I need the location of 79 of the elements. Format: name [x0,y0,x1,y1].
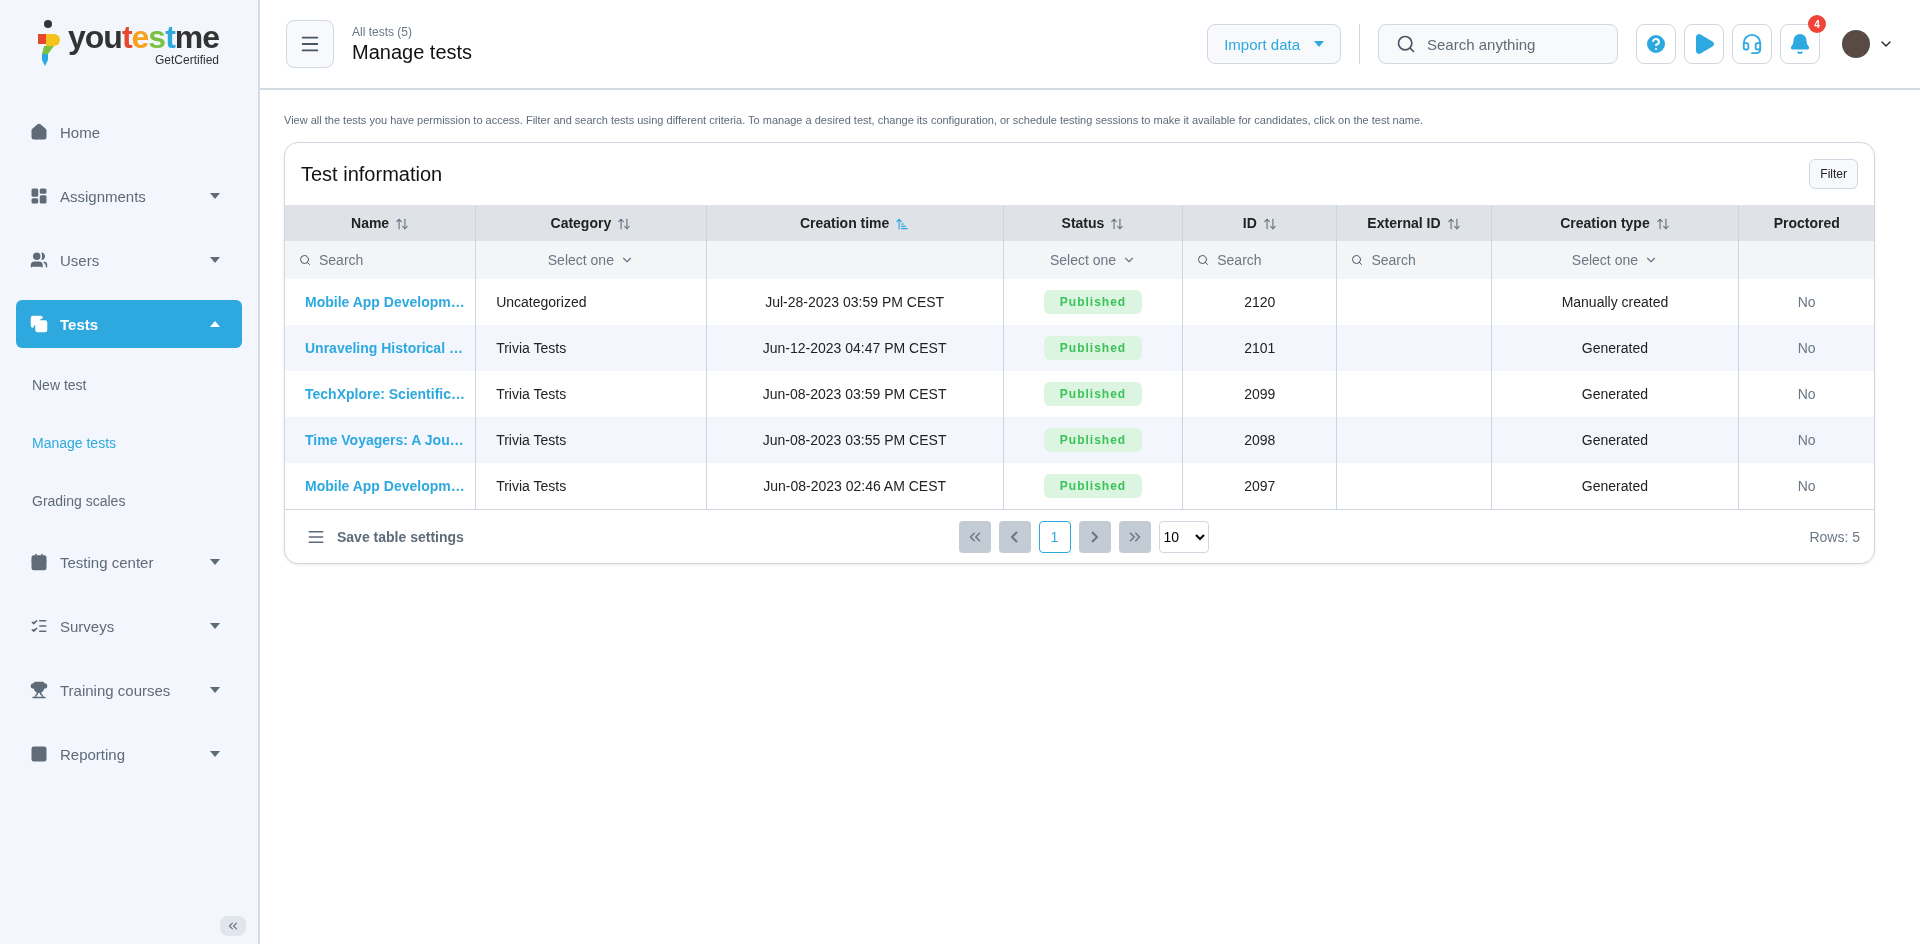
status-badge: Published [1043,474,1143,498]
caret-icon [210,193,220,199]
rows-count: Rows: 5 [1809,528,1860,545]
page-description: View all the tests you have permission to access. Filter and search tests using different criteria. To manage a desired test, change its configuration, or schedule testing sessions to make it available for candidates, click on the test name. [284,114,1425,126]
users-icon [30,251,48,269]
play-button[interactable] [1684,24,1724,64]
search-field[interactable]: Search anything [1378,24,1618,64]
test-name-link[interactable]: Mobile App Developm… [285,463,476,509]
logo-wordmark: youtestme [68,21,220,53]
sidebar-item[interactable]: Surveys [16,602,242,650]
sidebar-item[interactable]: Users [16,236,242,284]
bell-icon [1789,33,1811,55]
sort-icon[interactable] [1655,216,1670,231]
sort-icon[interactable] [1110,216,1125,231]
sidebar-item[interactable]: Training courses [16,666,242,714]
headset-icon [1741,33,1763,55]
logo-icon [36,20,62,68]
sidebar-item[interactable]: Testing center [16,538,242,586]
logo-tagline: GetCertified [155,53,220,67]
status-badge: Published [1043,382,1143,406]
search-icon [1197,254,1210,266]
caret-icon [210,321,220,327]
headset-button[interactable] [1732,24,1772,64]
sidebar-item[interactable]: Reporting [16,730,242,778]
table-cell: No [1738,463,1874,509]
home-icon [30,123,48,141]
page-title: Manage tests [352,40,474,64]
next-page-button[interactable] [1078,520,1111,553]
table-cell: Trivia Tests [475,463,707,509]
chevron-right-icon [1091,530,1098,543]
sort-icon[interactable] [1262,216,1277,231]
filter-button[interactable]: Filter [1809,159,1858,189]
collapse-sidebar-button[interactable] [220,916,246,936]
sidebar-item[interactable]: Home [16,108,242,156]
page-size-select[interactable]: 10 [1158,520,1209,553]
caret-icon [210,257,220,263]
breadcrumb: All tests (5) [352,24,413,39]
help-icon [1644,32,1668,56]
page-button[interactable]: 1 [1038,520,1071,553]
sidebar-subitem[interactable]: New test [16,364,242,406]
first-page-button[interactable] [958,520,991,553]
test-name-link[interactable]: TechXplore: Scientific… [285,371,476,417]
double-chevron-left-icon [226,919,240,933]
table-cell: 2097 [1182,463,1337,509]
column-header[interactable]: Category [550,215,612,232]
caret-icon [1314,41,1324,47]
table-cell: Generated [1491,463,1739,509]
caret-icon [210,687,220,693]
status-badge: Published [1043,290,1143,314]
caret-icon [210,751,220,757]
previous-page-button[interactable] [998,520,1031,553]
table-cell: Jun-08-2023 02:46 AM CEST [706,463,1004,509]
notification-count: 4 [1808,15,1826,33]
last-page-button[interactable] [1118,520,1151,553]
column-header[interactable]: Creation time [799,215,890,232]
search-icon [1351,254,1364,266]
column-header[interactable]: Status [1061,215,1105,232]
status-badge: Published [1043,428,1143,452]
menu-button[interactable] [286,20,334,68]
column-header[interactable]: Name [351,215,390,232]
status-badge: Published [1043,336,1143,360]
sidebar-subitem[interactable]: Grading scales [16,480,242,522]
sort-icon[interactable] [395,216,410,231]
sort-ascending-icon[interactable] [895,216,910,231]
sidebar-item[interactable]: Tests [16,300,242,348]
sort-icon[interactable] [617,216,632,231]
sidebar-item[interactable]: Assignments [16,172,242,220]
sort-icon[interactable] [1446,216,1461,231]
help-button[interactable] [1636,24,1676,64]
card-title: Test information [301,162,443,186]
caret-icon [210,623,220,629]
test-name-link[interactable]: Mobile App Developm… [285,279,476,325]
chevron-left-icon [1011,530,1018,543]
avatar[interactable] [1842,30,1870,58]
column-header[interactable]: ID [1242,215,1257,232]
save-table-settings-button[interactable]: Save table settings [307,527,464,546]
column-header[interactable]: Creation type [1560,215,1650,232]
caret-icon [210,559,220,565]
search-icon [299,254,311,266]
